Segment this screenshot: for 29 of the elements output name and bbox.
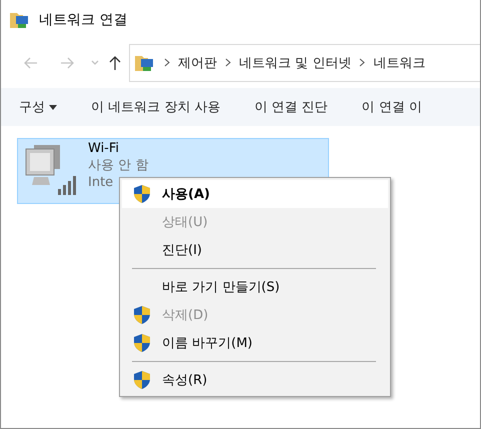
menu-item[interactable]: 진단(I) [122,236,388,264]
shield-icon [133,370,151,390]
shield-icon [133,184,151,204]
chevron-icon [225,56,231,70]
command-button[interactable]: 구성 [19,98,57,116]
chevron-icon [359,56,366,70]
menu-item[interactable]: 바로 가기 만들기(S) [122,273,388,301]
chevron-icon [164,56,170,70]
connection-status: 사용 안 함 [88,158,148,174]
breadcrumb[interactable]: 네트워크 [373,54,426,72]
forward-icon[interactable] [59,55,75,71]
menu-item[interactable]: 속성(R) [122,366,388,394]
command-button[interactable]: 이 연결 진단 [254,98,328,116]
command-button[interactable]: 이 네트워크 장치 사용 [91,98,220,116]
window-title: 네트워크 연결 [39,11,128,29]
network-folder-icon [9,10,31,30]
shield-icon [133,333,151,353]
up-icon[interactable] [107,55,123,71]
command-button[interactable]: 이 연결 이 [362,98,422,116]
menu-item[interactable]: 사용(A) [122,180,388,208]
network-folder-icon [134,53,156,73]
shield-icon [133,305,151,325]
breadcrumb[interactable]: 네트워크 및 인터넷 [239,54,352,72]
adapter-name: Inte [88,175,114,191]
address-bar[interactable]: 제어판 네트워크 및 인터넷 네트워크 [129,44,480,82]
menu-item[interactable]: 이름 바꾸기(M) [122,329,388,357]
breadcrumb[interactable]: 제어판 [178,54,217,72]
back-icon[interactable] [23,55,39,71]
connection-name: Wi-Fi [88,141,120,157]
